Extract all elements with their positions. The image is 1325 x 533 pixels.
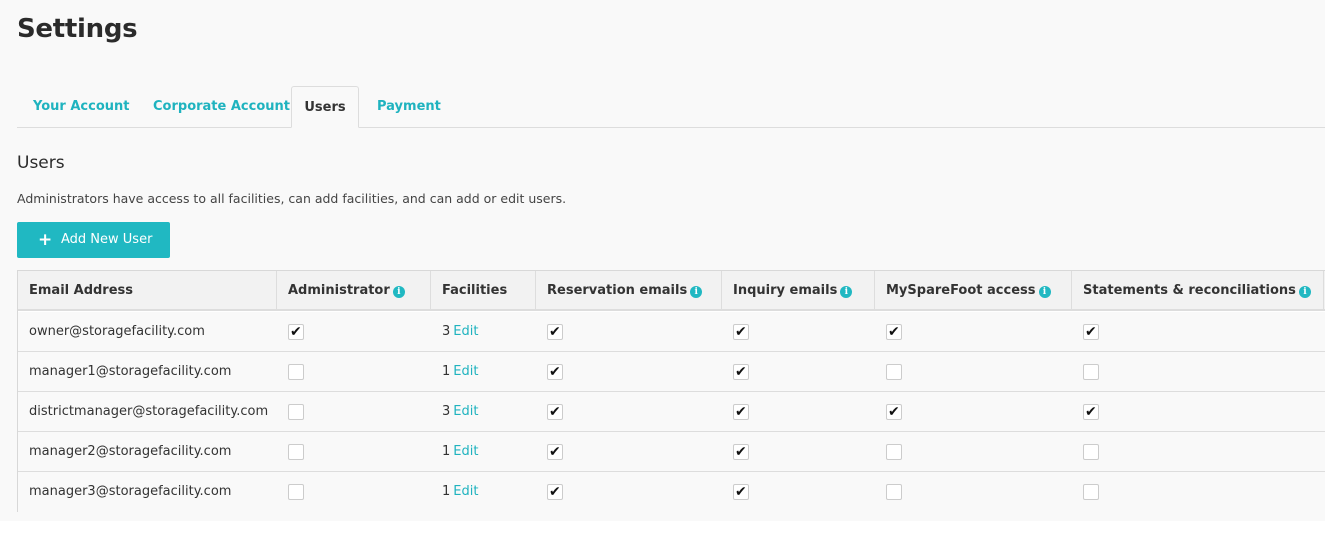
section-title: Users: [17, 153, 65, 173]
inquiry-emails-checkbox[interactable]: [733, 442, 749, 462]
info-icon[interactable]: i: [1298, 286, 1311, 298]
reservation-emails-checkbox[interactable]: [547, 322, 563, 342]
header-inquiry-emails: Inquiry emails i: [722, 271, 875, 311]
statements-checkbox[interactable]: [1083, 444, 1099, 460]
administrator-checkbox[interactable]: [288, 484, 304, 500]
inquiry-emails-checkbox[interactable]: [733, 402, 749, 422]
header-facilities: Facilities: [431, 271, 536, 311]
edit-facilities-link[interactable]: Edit: [453, 484, 478, 499]
administrator-checkbox[interactable]: [288, 404, 304, 420]
table-row: manager3@storagefacility.com 1 Edit: [18, 472, 1325, 512]
info-icon[interactable]: i: [1038, 286, 1051, 298]
header-statements: Statements & reconciliations i: [1072, 271, 1324, 311]
page-title: Settings: [17, 14, 138, 44]
facilities-cell: 1 Edit: [431, 432, 478, 472]
edit-facilities-link[interactable]: Edit: [453, 404, 478, 419]
administrator-checkbox[interactable]: [288, 444, 304, 460]
reservation-emails-checkbox[interactable]: [547, 442, 563, 462]
facilities-cell: 3 Edit: [431, 312, 478, 352]
tab-payment[interactable]: Payment: [377, 86, 441, 128]
statements-checkbox[interactable]: [1083, 364, 1099, 380]
facilities-cell: 3 Edit: [431, 392, 478, 432]
inquiry-emails-checkbox[interactable]: [733, 482, 749, 502]
header-reservation-emails: Reservation emails i: [536, 271, 722, 311]
statements-checkbox[interactable]: [1083, 322, 1099, 342]
user-email: manager1@storagefacility.com: [29, 364, 232, 379]
myssparefoot-access-checkbox[interactable]: [886, 402, 902, 422]
myssparefoot-access-checkbox[interactable]: [886, 364, 902, 380]
reservation-emails-checkbox[interactable]: [547, 362, 563, 382]
table-row: manager1@storagefacility.com 1 Edit: [18, 352, 1325, 392]
reservation-emails-checkbox[interactable]: [547, 482, 563, 502]
inquiry-emails-checkbox[interactable]: [733, 362, 749, 382]
edit-facilities-link[interactable]: Edit: [453, 324, 478, 339]
plus-icon: +: [38, 230, 53, 250]
table-header: Email Address Administrator i Facilities …: [18, 271, 1325, 311]
tab-users[interactable]: Users: [291, 86, 359, 128]
administrator-checkbox[interactable]: [288, 322, 304, 342]
user-email: districtmanager@storagefacility.com: [29, 404, 269, 419]
facilities-count: 1: [442, 484, 451, 499]
header-myssparefoot-access: MySpareFoot access i: [875, 271, 1072, 311]
info-icon[interactable]: i: [392, 286, 405, 298]
statements-checkbox[interactable]: [1083, 484, 1099, 500]
myssparefoot-access-checkbox[interactable]: [886, 484, 902, 500]
facilities-count: 1: [442, 364, 451, 379]
info-icon[interactable]: i: [840, 286, 853, 298]
tab-corporate-account[interactable]: Corporate Account: [153, 86, 290, 128]
settings-tabs: Your Account Corporate Account Users Pay…: [17, 86, 1325, 128]
facilities-count: 1: [442, 444, 451, 459]
settings-page: Settings Your Account Corporate Account …: [0, 0, 1325, 521]
user-email: manager2@storagefacility.com: [29, 444, 232, 459]
user-email: owner@storagefacility.com: [29, 324, 205, 339]
header-email: Email Address: [18, 271, 277, 311]
administrator-checkbox[interactable]: [288, 364, 304, 380]
facilities-cell: 1 Edit: [431, 472, 478, 512]
edit-facilities-link[interactable]: Edit: [453, 364, 478, 379]
statements-checkbox[interactable]: [1083, 402, 1099, 422]
user-email: manager3@storagefacility.com: [29, 484, 232, 499]
info-icon[interactable]: i: [690, 286, 703, 298]
facilities-count: 3: [442, 324, 451, 339]
myssparefoot-access-checkbox[interactable]: [886, 444, 902, 460]
table-row: owner@storagefacility.com 3 Edit: [18, 312, 1325, 352]
reservation-emails-checkbox[interactable]: [547, 402, 563, 422]
table-row: manager2@storagefacility.com 1 Edit: [18, 432, 1325, 472]
facilities-cell: 1 Edit: [431, 352, 478, 392]
edit-facilities-link[interactable]: Edit: [453, 444, 478, 459]
add-new-user-label: Add New User: [61, 232, 153, 247]
table-row: districtmanager@storagefacility.com 3 Edit: [18, 392, 1325, 432]
add-new-user-button[interactable]: + Add New User: [17, 222, 170, 258]
header-administrator: Administrator i: [277, 271, 431, 311]
facilities-count: 3: [442, 404, 451, 419]
users-table: Email Address Administrator i Facilities …: [17, 270, 1325, 512]
section-description: Administrators have access to all facili…: [17, 191, 567, 206]
tab-your-account[interactable]: Your Account: [33, 86, 129, 128]
inquiry-emails-checkbox[interactable]: [733, 322, 749, 342]
myssparefoot-access-checkbox[interactable]: [886, 322, 902, 342]
